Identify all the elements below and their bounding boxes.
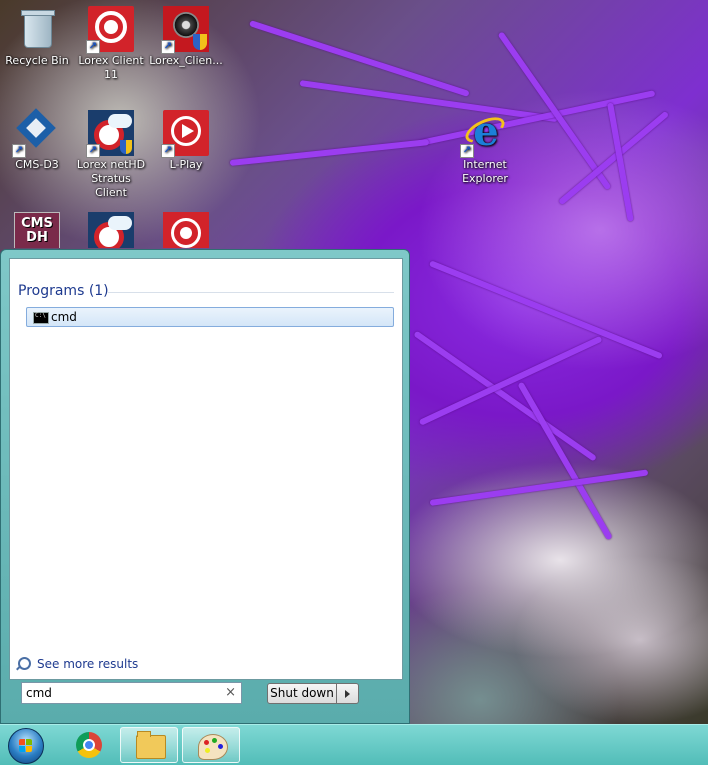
wallpaper-strand bbox=[429, 469, 649, 506]
search-results-pane: Programs (1) cmd See more results bbox=[9, 258, 403, 680]
taskbar bbox=[0, 724, 708, 765]
see-more-results-link[interactable]: See more results bbox=[18, 657, 138, 671]
l-play-desktop-icon[interactable]: ↗ L-Play bbox=[149, 110, 223, 172]
wallpaper-strand bbox=[418, 335, 603, 426]
shortcut-arrow-icon: ↗ bbox=[12, 144, 26, 158]
internet-explorer-icon: e ↗ bbox=[460, 110, 509, 158]
wallpaper-strand bbox=[517, 381, 613, 541]
cms-dh-icon: CMS DH bbox=[14, 212, 60, 248]
taskbar-explorer-button[interactable] bbox=[120, 727, 178, 763]
search-icon bbox=[18, 657, 31, 670]
see-more-label: See more results bbox=[37, 657, 139, 671]
wallpaper-strand bbox=[249, 20, 470, 97]
shortcut-arrow-icon: ↗ bbox=[460, 144, 474, 158]
desktop-icon-label: L-Play bbox=[169, 158, 203, 171]
red-app-partial-desktop-icon[interactable] bbox=[149, 212, 223, 248]
shortcut-arrow-icon: ↗ bbox=[161, 40, 175, 54]
lorex-client-shield-desktop-icon[interactable]: ↗ Lorex_Clien... bbox=[149, 6, 223, 68]
lorex-partial-desktop-icon[interactable] bbox=[74, 212, 148, 248]
shortcut-arrow-icon: ↗ bbox=[161, 144, 175, 158]
recycle-bin-desktop-icon[interactable]: Recycle Bin bbox=[0, 6, 74, 68]
desktop-icon-label: Lorex netHD Stratus Client bbox=[76, 158, 146, 199]
shut-down-button[interactable]: Shut down bbox=[267, 683, 337, 704]
lorex-nethd-icon: ↗ bbox=[86, 110, 134, 158]
lorex-nethd-desktop-icon[interactable]: ↗ Lorex netHD Stratus Client bbox=[74, 110, 148, 200]
l-play-icon: ↗ bbox=[161, 110, 209, 158]
internet-explorer-desktop-icon[interactable]: e ↗ Internet Explorer bbox=[448, 110, 522, 186]
desktop-icon-label: CMS-D3 bbox=[15, 158, 59, 171]
start-search-box[interactable]: × bbox=[21, 682, 242, 704]
folder-icon bbox=[136, 731, 166, 759]
cmd-icon bbox=[33, 312, 49, 324]
desktop-icon-label: Lorex_Clien... bbox=[149, 54, 223, 67]
cms-d3-desktop-icon[interactable]: ↗ CMS-D3 bbox=[0, 108, 74, 172]
search-result-label: cmd bbox=[51, 310, 77, 324]
section-divider bbox=[108, 292, 394, 293]
cms-d3-icon: ↗ bbox=[12, 108, 60, 158]
programs-section-header: Programs (1) bbox=[18, 283, 109, 299]
lorex-client-shield-icon: ↗ bbox=[161, 6, 209, 54]
clear-search-icon[interactable]: × bbox=[225, 685, 236, 700]
search-result-cmd[interactable]: cmd bbox=[26, 307, 394, 327]
shortcut-arrow-icon: ↗ bbox=[86, 144, 100, 158]
cms-dh-icon-text: CMS DH bbox=[21, 216, 53, 245]
lorex-client-desktop-icon[interactable]: ↗ Lorex Client 11 bbox=[74, 6, 148, 82]
shortcut-arrow-icon: ↗ bbox=[86, 40, 100, 54]
shut-down-options-arrow-icon[interactable] bbox=[337, 683, 359, 704]
desktop-icon-label: Recycle Bin bbox=[5, 54, 69, 67]
paint-palette-icon bbox=[198, 734, 228, 760]
search-input[interactable] bbox=[26, 685, 216, 701]
lorex-nethd-icon bbox=[88, 212, 134, 248]
desktop-icon-label: Internet Explorer bbox=[462, 158, 508, 185]
wallpaper-strand bbox=[428, 260, 663, 360]
red-app-icon bbox=[163, 212, 209, 248]
windows-logo-icon bbox=[19, 739, 33, 753]
desktop-icon-label: Lorex Client 11 bbox=[78, 54, 144, 81]
cms-dh-desktop-icon[interactable]: CMS DH bbox=[0, 212, 74, 248]
start-button[interactable] bbox=[8, 728, 44, 764]
wallpaper-strand bbox=[229, 139, 430, 166]
taskbar-paint-button[interactable] bbox=[182, 727, 240, 763]
chrome-icon bbox=[76, 732, 102, 758]
lorex-client-icon: ↗ bbox=[86, 6, 134, 54]
taskbar-chrome-button[interactable] bbox=[58, 727, 116, 763]
start-menu: Programs (1) cmd See more results × Shut… bbox=[0, 249, 410, 724]
recycle-bin-icon bbox=[14, 6, 60, 52]
